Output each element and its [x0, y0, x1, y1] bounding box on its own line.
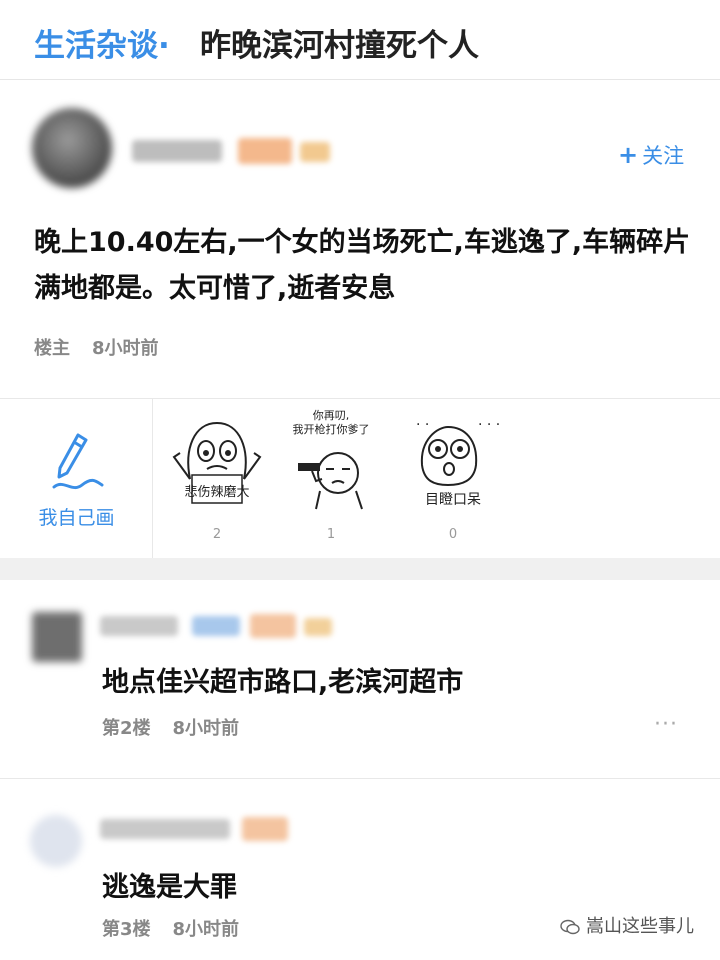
sticker-stunned[interactable]: · · · · · 目瞪口呆 0 [398, 409, 508, 549]
sad-face-sticker-icon [172, 421, 262, 504]
sticker-gun[interactable]: 你再叨, 我开枪打你爹了 1 [276, 409, 386, 549]
sticker-caption: 悲伤辣磨大 [184, 485, 250, 500]
wechat-icon [560, 919, 580, 935]
reply-time: 8小时前 [172, 919, 240, 940]
plus-icon: + [618, 141, 639, 169]
user-badge-blurred [192, 616, 240, 636]
main-post: + 关注 晚上10.40左右,一个女的当场死亡,车逃逸了,车辆碎片满地都是。太可惜… [0, 80, 720, 398]
watermark-text: 嵩山这些事儿 [586, 916, 694, 937]
post-content: 晚上10.40左右,一个女的当场死亡,车逃逸了,车辆碎片满地都是。太可惜了,逝者… [34, 227, 691, 304]
pen-icon [52, 433, 104, 490]
title-separator: · [158, 28, 170, 64]
post-time: 8小时前 [92, 338, 159, 359]
sticker-count: 1 [326, 527, 336, 542]
sticker-count: 2 [212, 527, 222, 542]
reply-content: 地点佳兴超市路口,老滨河超市 [102, 667, 464, 698]
topic-header: 生活杂谈· 昨晚滨河村撞死个人 [0, 0, 720, 80]
watermark: 嵩山这些事儿 [560, 912, 694, 938]
topic-title: 昨晚滨河村撞死个人 [200, 28, 479, 64]
sticker-count: 0 [448, 527, 458, 542]
username-blurred[interactable] [100, 616, 178, 636]
avatar[interactable] [30, 815, 82, 867]
draw-label: 我自己画 [38, 507, 115, 529]
sticker-caption: 目瞪口呆 [425, 492, 481, 508]
gun-face-sticker-icon [298, 452, 363, 510]
draw-sticker-button[interactable]: 我自己画 [0, 399, 153, 559]
reply-time: 8小时前 [172, 718, 240, 739]
floor-label: 第3楼 [102, 919, 151, 940]
reply-item: 地点佳兴超市路口,老滨河超市 第2楼 8小时前 [0, 580, 720, 778]
user-level-blurred [300, 142, 330, 162]
reply-meta: 第2楼 8小时前 [102, 714, 239, 740]
svg-text:· ·: · · [416, 417, 429, 433]
sticker-bar: 我自己画 悲伤辣磨大 2 你再叨, 我开枪打你爹了 1 · · · · · 目瞪… [0, 398, 720, 559]
sticker-sad[interactable]: 悲伤辣磨大 2 [162, 409, 272, 549]
svg-text:· · ·: · · · [478, 417, 500, 433]
username-blurred[interactable] [132, 140, 222, 162]
follow-button[interactable]: + 关注 [618, 140, 684, 170]
user-level-blurred [242, 817, 288, 841]
post-meta: 楼主 8小时前 [34, 334, 159, 360]
floor-label: 第2楼 [102, 718, 151, 739]
user-level-blurred [250, 614, 296, 638]
reply-meta: 第3楼 8小时前 [102, 915, 239, 941]
forum-name[interactable]: 生活杂谈· [34, 20, 170, 65]
floor-label: 楼主 [34, 338, 70, 359]
user-badge-blurred [238, 138, 292, 164]
section-divider [0, 558, 720, 580]
reply-content: 逃逸是大罪 [102, 872, 237, 903]
avatar[interactable] [32, 612, 82, 662]
avatar[interactable] [32, 108, 112, 188]
more-options-icon[interactable]: ··· [654, 712, 678, 737]
user-rank-blurred [304, 618, 332, 636]
username-blurred[interactable] [100, 819, 230, 839]
